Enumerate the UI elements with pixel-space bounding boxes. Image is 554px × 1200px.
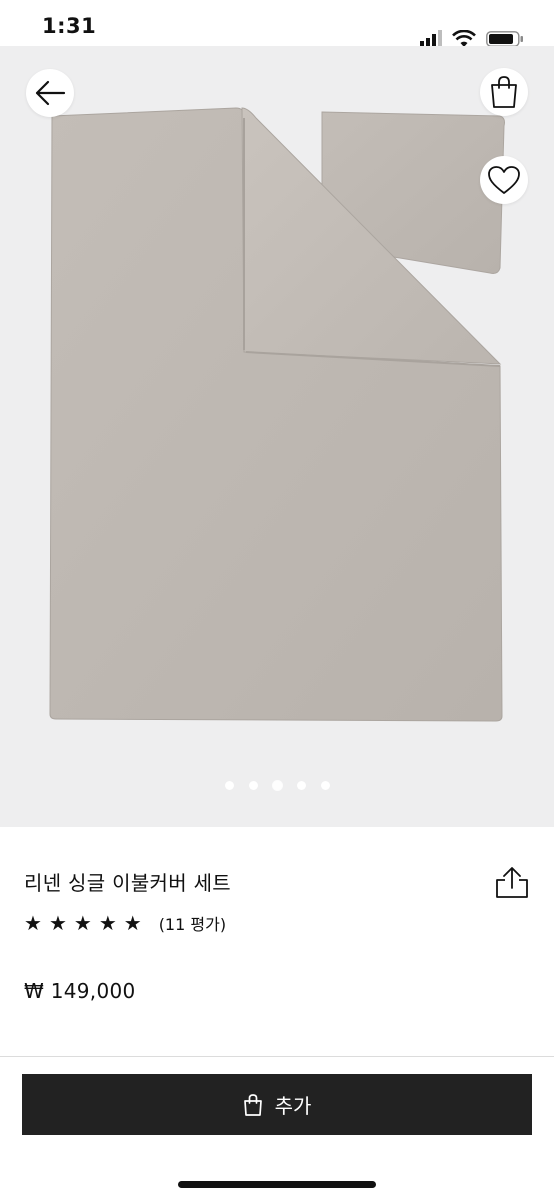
status-bar: 1:31 ◀ 검색 xyxy=(0,0,554,69)
shopping-bag-icon xyxy=(243,1093,262,1116)
share-button[interactable] xyxy=(492,863,532,903)
pagination-dot-active[interactable] xyxy=(272,781,282,790)
wishlist-button[interactable] xyxy=(480,156,528,204)
pagination-dot[interactable] xyxy=(320,781,330,790)
product-image xyxy=(49,107,505,722)
product-rating[interactable]: ★ ★ ★ ★ ★ (11 평가) xyxy=(24,911,226,935)
gallery-pagination[interactable] xyxy=(0,781,554,790)
status-time: 1:31 xyxy=(42,14,97,38)
arrow-left-icon xyxy=(35,80,66,106)
add-to-bag-button[interactable]: 추가 xyxy=(22,1074,532,1135)
star-icon: ★ xyxy=(73,911,92,935)
product-title: 리넨 싱글 이불커버 세트 xyxy=(24,871,231,895)
pagination-dot[interactable] xyxy=(224,781,234,790)
signal-icon xyxy=(420,30,442,46)
share-icon xyxy=(496,867,528,898)
home-indicator xyxy=(178,1181,376,1188)
add-button-label: 추가 xyxy=(274,1094,312,1118)
pagination-dot[interactable] xyxy=(248,781,258,790)
star-icon: ★ xyxy=(24,911,42,935)
divider xyxy=(0,1056,554,1057)
product-image-gallery[interactable] xyxy=(0,46,554,827)
star-icon: ★ xyxy=(48,911,67,935)
battery-icon xyxy=(486,31,523,47)
star-icon: ★ xyxy=(98,911,117,935)
pagination-dot[interactable] xyxy=(296,781,306,790)
back-button[interactable] xyxy=(26,69,74,117)
star-icon: ★ xyxy=(123,911,142,935)
shopping-bag-icon xyxy=(491,76,517,108)
heart-icon xyxy=(488,166,520,194)
product-price: ₩ 149,000 xyxy=(24,979,136,1003)
shopping-bag-button[interactable] xyxy=(480,68,528,116)
review-count: (11 평가) xyxy=(158,915,227,934)
